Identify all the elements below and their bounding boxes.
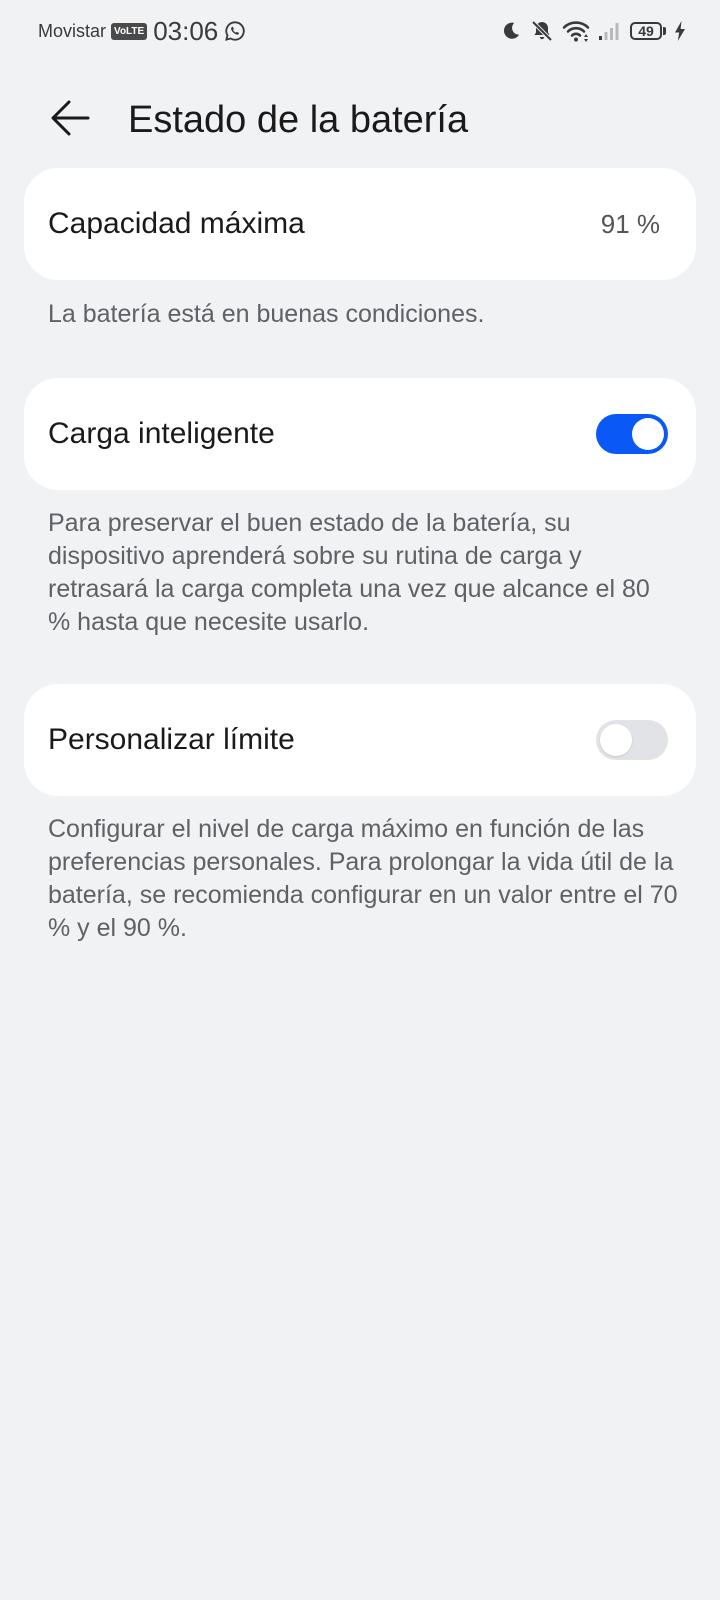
whatsapp-icon — [224, 20, 246, 42]
status-bar: Movistar VoLTE 03:06 49 — [0, 0, 720, 62]
custom-limit-card[interactable]: Personalizar límite — [24, 684, 696, 796]
max-capacity-label: Capacidad máxima — [48, 207, 305, 240]
page-title: Estado de la batería — [128, 99, 469, 141]
smart-charge-description: Para preservar el buen estado de la bate… — [48, 509, 650, 636]
arrow-left-icon — [48, 96, 92, 144]
wifi-icon — [562, 19, 590, 43]
moon-icon — [500, 20, 522, 42]
carrier-name: Movistar — [38, 20, 107, 41]
charging-icon — [674, 20, 686, 42]
battery-level: 49 — [630, 22, 662, 40]
volte-badge: VoLTE — [111, 22, 148, 40]
battery-cap — [663, 27, 666, 35]
custom-limit-description: Configurar el nivel de carga máximo en f… — [48, 815, 678, 942]
custom-limit-label: Personalizar límite — [48, 723, 295, 756]
battery-icon: 49 — [630, 22, 666, 40]
smart-charge-card[interactable]: Carga inteligente — [24, 378, 696, 490]
signal-icon — [598, 20, 622, 42]
smart-charge-toggle[interactable] — [596, 414, 668, 454]
max-capacity-card: Capacidad máxima 91 % — [24, 168, 696, 280]
status-time: 03:06 — [153, 15, 219, 46]
battery-health-screen: Movistar VoLTE 03:06 49 Estado de la bat… — [0, 0, 720, 1600]
toggle-knob — [600, 724, 632, 756]
back-button[interactable] — [42, 92, 98, 148]
toggle-knob — [632, 418, 664, 450]
status-bar-right: 49 — [500, 14, 686, 48]
status-bar-left: Movistar VoLTE 03:06 — [38, 14, 246, 48]
battery-condition-text: La batería está en buenas condiciones. — [48, 300, 485, 328]
app-header: Estado de la batería — [0, 78, 720, 158]
max-capacity-value: 91 % — [600, 209, 660, 239]
custom-limit-toggle[interactable] — [596, 720, 668, 760]
bell-off-icon — [530, 19, 554, 43]
smart-charge-label: Carga inteligente — [48, 417, 275, 450]
